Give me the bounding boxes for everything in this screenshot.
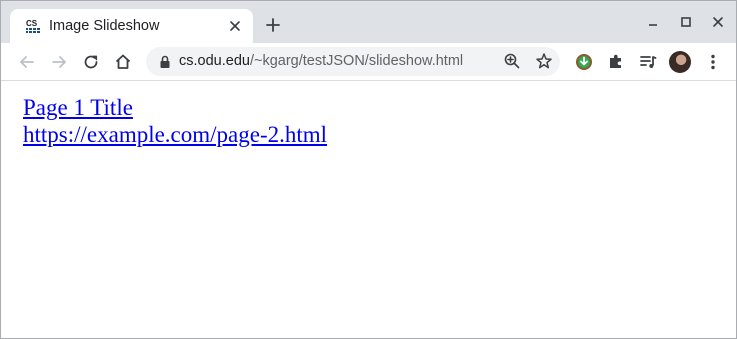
new-tab-plus-icon[interactable]: [265, 17, 281, 33]
browser-toolbar: cs.odu.edu/~kgarg/testJSON/slideshow.htm…: [1, 43, 736, 81]
cs-favicon-icon: CS: [26, 19, 40, 33]
svg-text:CS: CS: [26, 19, 38, 28]
url-text: cs.odu.edu/~kgarg/testJSON/slideshow.htm…: [179, 53, 463, 69]
kebab-menu-icon[interactable]: [703, 52, 723, 72]
tab-strip: CS Image Slideshow: [1, 1, 736, 43]
zoom-icon[interactable]: [503, 52, 521, 70]
window-close-icon[interactable]: [711, 15, 725, 29]
minimize-icon[interactable]: [646, 15, 660, 29]
media-queue-icon[interactable]: [638, 52, 658, 72]
arrow-right-icon[interactable]: [49, 52, 69, 72]
tab-image-slideshow[interactable]: CS Image Slideshow: [10, 9, 253, 43]
browser-window: CS Image Slideshow cs.odu.edu/~kgarg/tes…: [0, 0, 737, 339]
tab-close-icon[interactable]: [228, 19, 242, 33]
url-host: cs.odu.edu: [179, 53, 250, 69]
slideshow-link-list: Page 1 Title https://example.com/page-2.…: [23, 94, 327, 148]
puzzle-icon[interactable]: [606, 52, 626, 72]
tab-title: Image Slideshow: [49, 18, 160, 34]
page-1-link[interactable]: Page 1 Title: [23, 94, 327, 121]
arrow-left-icon[interactable]: [17, 52, 37, 72]
profile-avatar[interactable]: [669, 51, 691, 73]
reload-icon[interactable]: [81, 52, 101, 72]
lock-icon[interactable]: [158, 54, 172, 70]
page-2-link[interactable]: https://example.com/page-2.html: [23, 121, 327, 148]
page-content: Page 1 Title https://example.com/page-2.…: [1, 81, 736, 338]
address-bar[interactable]: cs.odu.edu/~kgarg/testJSON/slideshow.htm…: [146, 47, 560, 76]
star-icon[interactable]: [535, 52, 553, 70]
home-icon[interactable]: [113, 52, 133, 72]
extension-icon[interactable]: [574, 52, 594, 72]
url-path: /~kgarg/testJSON/slideshow.html: [249, 53, 464, 69]
maximize-icon[interactable]: [679, 15, 693, 29]
